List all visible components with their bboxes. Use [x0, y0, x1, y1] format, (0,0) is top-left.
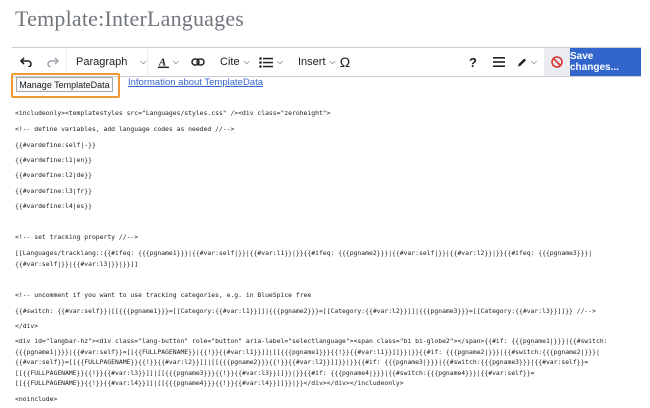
code-line: {{#vardefine:l3|fr}} [15, 187, 92, 195]
code-line: <div id="langbar-hz"><div class="lang-bu… [15, 337, 608, 345]
code-line: <!-- set tracking property //--> [15, 233, 139, 241]
code-line: {{#vardefine:l4|es}} [15, 202, 92, 210]
undo-icon [20, 57, 32, 67]
cancel-button[interactable] [544, 48, 570, 76]
omega-icon: Ω [339, 54, 351, 70]
code-line: {{#vardefine:self|-}} [15, 141, 96, 149]
code-line: {{#var:self}}=[[{{FULLPAGENAME}}{{!}}{{#… [15, 358, 589, 366]
code-line: </div> [15, 322, 39, 330]
code-line: {{{pgname1|}}}|{{#var:self}}=[[{{FULLPAG… [15, 348, 600, 356]
bullet-list-icon [259, 56, 273, 68]
cite-dropdown[interactable]: Cite ⌵ [212, 48, 254, 76]
redo-button[interactable] [40, 48, 66, 76]
list-dropdown[interactable]: ⌵ [254, 48, 290, 76]
code-line: <!-- define variables, add language code… [15, 125, 235, 133]
page-title: Template:InterLanguages [15, 6, 245, 31]
chevron-down-icon: ⌵ [243, 57, 250, 66]
code-line: {{#switch: {{#var:self}}|[[{{{pgname1}}}… [15, 307, 596, 315]
save-changes-button[interactable]: Save changes... [570, 48, 641, 76]
code-line: [[Languages/tracklang::{{#ifeq: {{{pgnam… [15, 249, 593, 257]
code-line: <includeonly><templatestyles src="Langua… [15, 109, 331, 117]
chevron-down-icon: ⌵ [140, 57, 147, 66]
paragraph-format-dropdown[interactable]: Paragraph ⌵ [67, 48, 147, 76]
paragraph-label: Paragraph [76, 56, 128, 68]
page-options-button[interactable] [487, 48, 511, 76]
redo-icon [47, 57, 59, 67]
code-line: [[{{FULLPAGENAME}}{{!}}{{#var:l3}}]]|[[{… [15, 369, 535, 377]
code-line: {{#vardefine:l2|de}} [15, 171, 92, 179]
menu-icon [493, 57, 505, 67]
insert-label: Insert [298, 56, 326, 68]
cite-label: Cite [220, 56, 240, 68]
code-line: {{#var:self|}}|{{#var:l3|}}|}}]] [15, 260, 139, 268]
insert-dropdown[interactable]: Insert ⌵ [290, 48, 336, 76]
text-style-dropdown[interactable]: A ⌵ [148, 48, 184, 76]
manage-templatedata-button[interactable]: Manage TemplateData [16, 77, 113, 92]
undo-button[interactable] [12, 48, 40, 76]
chevron-down-icon: ⌵ [530, 57, 537, 66]
link-icon [191, 58, 205, 66]
pencil-icon [517, 57, 527, 67]
code-line: [[{{FULLPAGENAME}}{{!}}{{#var:l4}}]]|[[{… [15, 379, 404, 387]
help-button[interactable]: ? [463, 48, 483, 76]
edit-mode-dropdown[interactable]: ⌵ [512, 48, 542, 76]
code-line: <!-- uncomment if you want to use tracki… [15, 291, 312, 299]
chevron-down-icon: ⌵ [172, 57, 179, 66]
link-button[interactable] [184, 48, 212, 76]
help-icon: ? [469, 54, 477, 70]
special-character-button[interactable]: Ω [334, 48, 356, 76]
chevron-down-icon: ⌵ [277, 57, 284, 66]
text-style-icon: A [158, 56, 169, 68]
cancel-icon [551, 56, 563, 68]
templatedata-info-link[interactable]: Information about TemplateData [128, 77, 263, 88]
manage-templatedata-highlight: Manage TemplateData [11, 73, 120, 98]
code-line: <noinclude> [15, 395, 58, 403]
code-line: {{#vardefine:l1|en}} [15, 156, 92, 164]
